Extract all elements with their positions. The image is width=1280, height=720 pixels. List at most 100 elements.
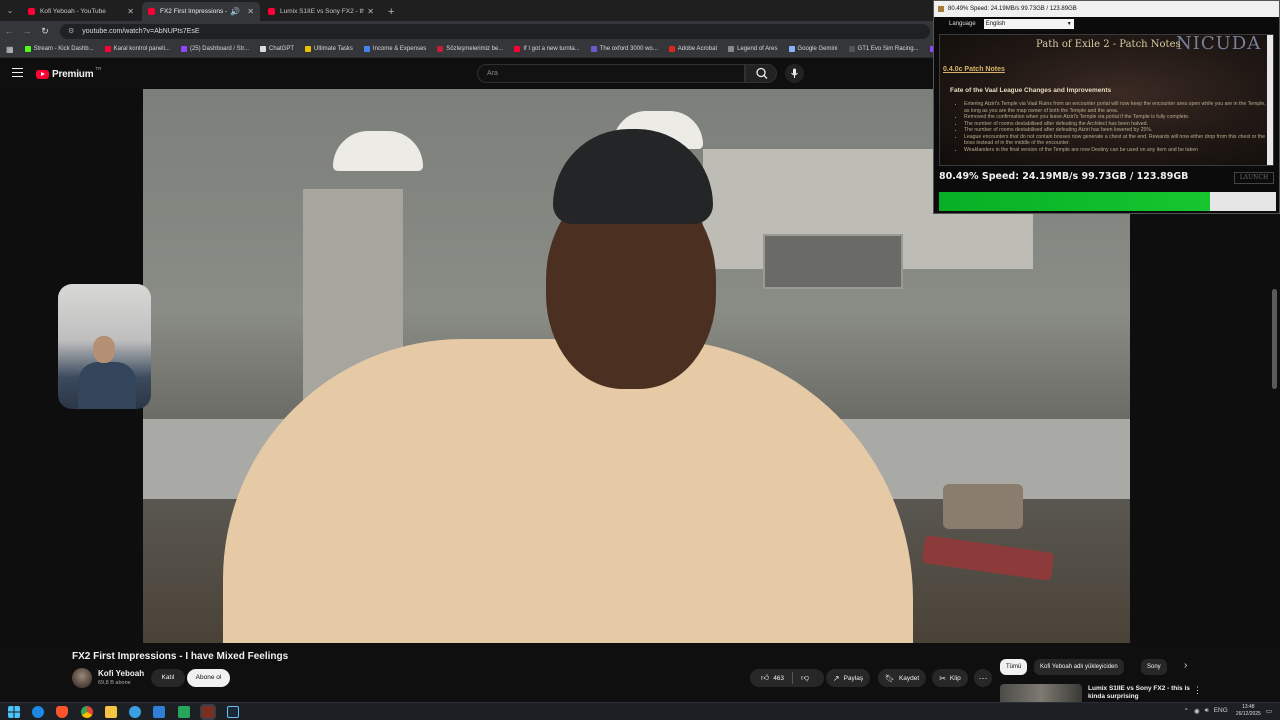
chip-all[interactable]: Tümü: [1000, 659, 1028, 675]
patcher-taskbar-icon[interactable]: [200, 704, 216, 720]
bookmark-item[interactable]: Income & Expenses: [363, 46, 427, 52]
logo-text: Premium: [52, 69, 94, 80]
bookmark-favicon-icon: [437, 46, 444, 52]
file-explorer-icon[interactable]: [105, 706, 117, 718]
volume-icon[interactable]: 🔊︎: [1205, 707, 1209, 715]
share-button[interactable]: ↗ Paylaş: [826, 669, 870, 687]
back-icon[interactable]: ←: [0, 26, 18, 36]
system-tray: ⌃ ◉ 🔊︎ ENG 13:48 26/12/2025 ▭: [1178, 704, 1272, 718]
clock[interactable]: 13:48 26/12/2025: [1236, 704, 1261, 718]
bookmark-item[interactable]: Google Gemini: [788, 46, 838, 52]
patcher-titlebar[interactable]: 80.49% Speed: 24.19MB/s 99.73GB / 123.89…: [934, 1, 1279, 17]
page-scrollbar[interactable]: [1272, 289, 1277, 389]
youtube-favicon-icon: [268, 8, 275, 15]
download-status: 80.49% Speed: 24.19MB/s 99.73GB / 123.89…: [939, 171, 1189, 182]
address-bar[interactable]: ⚙ youtube.com/watch?v=AbNUPts7EsE: [60, 23, 930, 39]
share-label: Paylaş: [843, 674, 864, 682]
bookmark-favicon-icon: [514, 46, 521, 52]
tab-lumix-vs-sony[interactable]: Lumix S1IIE vs Sony FX2 - this ✕: [262, 2, 380, 21]
brave-browser-icon[interactable]: [56, 706, 68, 718]
bookmark-label: Income & Expenses: [372, 46, 427, 52]
language-select[interactable]: English ▼: [983, 19, 1074, 29]
forward-icon[interactable]: →: [18, 26, 36, 36]
youtube-logo-icon: [36, 70, 49, 79]
edge-icon[interactable]: [32, 706, 44, 718]
voice-search-button[interactable]: [785, 64, 804, 83]
bookmark-item[interactable]: Karal kontrol paneli...: [104, 46, 170, 52]
steam-icon[interactable]: [227, 706, 239, 718]
bookmark-item[interactable]: ChatGPT: [260, 46, 294, 52]
like-count[interactable]: 463: [773, 675, 784, 682]
patch-section-heading: Fate of the Vaal League Changes and Impr…: [950, 87, 1112, 94]
bookmark-item[interactable]: Adobe Acrobat: [668, 46, 717, 52]
camera-on-counter: [943, 484, 1023, 529]
new-tab-button[interactable]: +: [388, 6, 394, 18]
messenger-icon[interactable]: [129, 706, 141, 718]
menu-icon[interactable]: [12, 68, 23, 77]
site-info-icon[interactable]: ⚙: [68, 27, 74, 35]
close-tab-icon[interactable]: ✕: [127, 7, 134, 16]
join-button[interactable]: Katıl: [151, 669, 185, 687]
chrome-icon[interactable]: [81, 706, 93, 718]
bookmark-item[interactable]: Sözleşmelerimiz be...: [437, 46, 503, 52]
hoodie: [223, 339, 913, 643]
patcher-app-icon: [938, 6, 944, 12]
patch-notes-scrollbar[interactable]: [1267, 35, 1273, 165]
microwave: [763, 234, 903, 289]
bookmark-label: Ultimate Tasks: [314, 46, 353, 52]
notification-icon[interactable]: ▭: [1266, 707, 1272, 715]
close-tab-icon[interactable]: ✕: [247, 7, 254, 16]
tab-search-icon[interactable]: ⌄: [0, 0, 20, 21]
recommended-thumbnail[interactable]: [1000, 684, 1082, 702]
launch-button[interactable]: LAUNCH: [1234, 172, 1274, 184]
bookmark-favicon-icon: [668, 46, 675, 52]
bookmark-item[interactable]: If I got a new turnta...: [514, 46, 580, 52]
clock-date: 26/12/2025: [1235, 710, 1261, 717]
search-button[interactable]: [745, 64, 777, 83]
speaker-icon[interactable]: 🔊: [230, 7, 240, 16]
save-label: Kaydet: [898, 674, 920, 682]
search-icon: [756, 67, 768, 79]
search-input[interactable]: Ara: [477, 64, 745, 83]
tab-kofi-channel[interactable]: Kofi Yeboah - YouTube ✕: [22, 2, 140, 21]
bookmark-item[interactable]: Ultimate Tasks: [305, 46, 353, 52]
channel-name[interactable]: Kofi Yeboah: [98, 669, 144, 678]
spreadsheet-icon[interactable]: [178, 706, 190, 718]
chevron-right-icon[interactable]: ›: [1184, 660, 1187, 671]
bookmark-item[interactable]: (25) Dashboard / Str...: [180, 46, 249, 52]
phone-on-counter: [921, 535, 1055, 581]
language-label: Language: [949, 21, 976, 27]
tab-fx2-impressions[interactable]: FX2 First Impressions - I ha 🔊 ✕: [142, 2, 260, 21]
network-icon[interactable]: ◉: [1194, 707, 1200, 715]
save-button[interactable]: 🔖︎ Kaydet: [878, 669, 926, 687]
language-indicator[interactable]: ENG: [1214, 707, 1228, 714]
bookmark-item[interactable]: Stream - Kick Dashb...: [24, 46, 94, 52]
youtube-premium-logo[interactable]: Premium TR: [36, 66, 101, 80]
thumbs-down-icon[interactable]: 👎︎: [801, 673, 809, 683]
bookmark-item[interactable]: The oxford 3000 wo...: [590, 46, 658, 52]
more-actions-button[interactable]: ···: [974, 669, 992, 687]
close-tab-icon[interactable]: ✕: [367, 7, 374, 16]
vscode-icon[interactable]: [153, 706, 165, 718]
youtube-favicon-icon: [148, 8, 155, 15]
channel-avatar[interactable]: [72, 668, 92, 688]
chevron-up-icon[interactable]: ⌃: [1183, 707, 1188, 715]
windows-start-icon[interactable]: [8, 706, 20, 718]
clip-button[interactable]: ✂ Klip: [932, 669, 968, 687]
patch-notes-panel[interactable]: NICUDA Path of Exile 2 - Patch Notes 0.4…: [939, 34, 1274, 166]
webcam-person-head: [93, 336, 115, 363]
webcam-overlay: [58, 284, 151, 409]
chip-from-uploader[interactable]: Kofi Yeboah adlı yükleyiciden: [1034, 659, 1124, 675]
patch-version-link[interactable]: 0.4.0c Patch Notes: [943, 66, 1005, 73]
bookmark-item[interactable]: GT1 Evo Sim Racing...: [848, 46, 919, 52]
bookmark-item[interactable]: Legend of Ares: [728, 46, 778, 52]
recommended-title[interactable]: Lumix S1IIE vs Sony FX2 - this is kinda …: [1088, 685, 1190, 702]
download-progress-bar: [939, 192, 1276, 211]
reload-icon[interactable]: ↻: [36, 26, 54, 37]
recommended-menu-icon[interactable]: ⋮: [1193, 685, 1202, 696]
apps-icon[interactable]: ▦: [6, 45, 14, 54]
thumbs-up-icon[interactable]: 👍︎: [761, 673, 769, 683]
subscribe-button[interactable]: Abone ol: [187, 669, 230, 687]
chevron-down-icon: ▼: [1066, 21, 1072, 27]
chip-sony[interactable]: Sony: [1141, 659, 1167, 675]
